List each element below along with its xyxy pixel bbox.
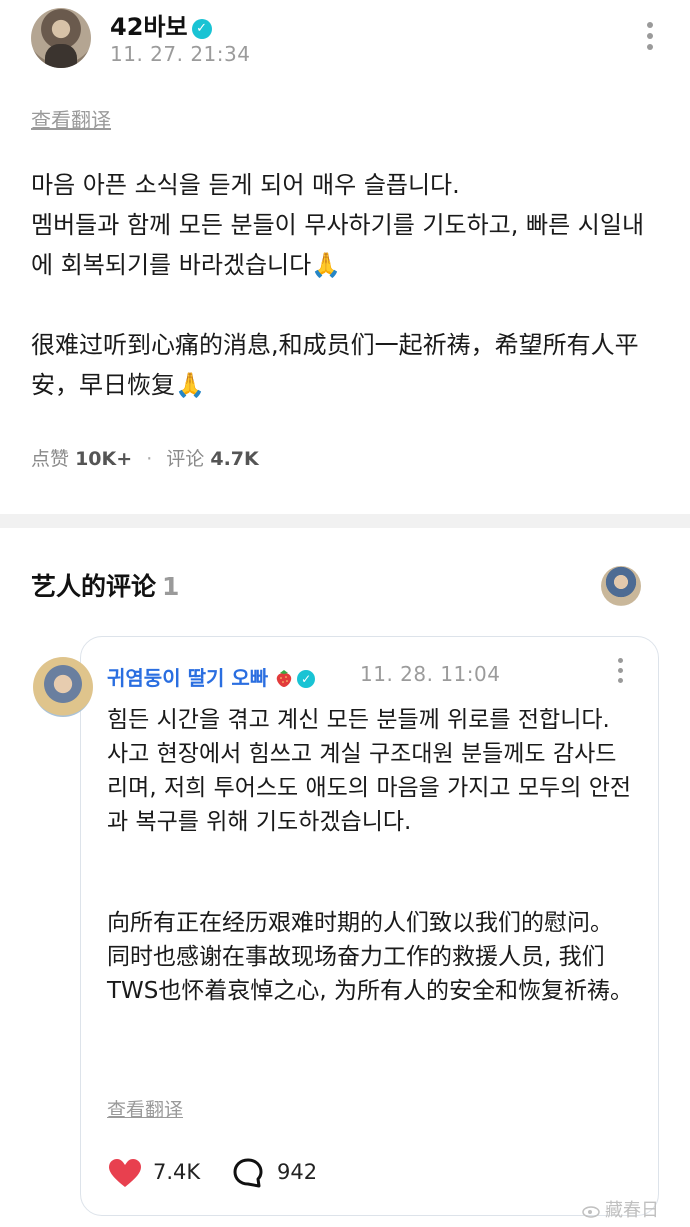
artist-comments-title: 艺人的评论: [31, 572, 157, 601]
verified-badge-icon: ✓: [297, 670, 316, 688]
author-name[interactable]: 42바보: [110, 13, 188, 41]
comments-count[interactable]: 4.7K: [210, 448, 258, 470]
comment-reply-count: 942: [277, 1160, 318, 1184]
comment-timestamp: 11. 28. 11:04: [360, 662, 501, 686]
author-avatar[interactable]: [31, 8, 91, 68]
reply-bubble-icon[interactable]: [232, 1157, 264, 1189]
post-body-chinese: 很难过听到心痛的消息,和成员们一起祈祷，希望所有人平安，早日恢复🙏: [31, 331, 639, 399]
heart-icon[interactable]: [107, 1157, 143, 1189]
comment-translate-link[interactable]: 查看翻译: [107, 1095, 183, 1122]
verified-badge-icon: ✓: [191, 19, 212, 39]
artist-avatar-small[interactable]: [601, 566, 641, 606]
section-divider: [0, 514, 690, 528]
more-options-icon[interactable]: [640, 22, 660, 56]
comment-body-chinese: 向所有正在经历艰难时期的人们致以我们的慰问。 同时也感谢在事故现场奋力工作的救援…: [107, 910, 634, 1004]
commenter-name-row[interactable]: 귀염둥이 딸기 오빠 ✓: [107, 662, 316, 691]
watermark: 藏春日: [582, 1196, 659, 1222]
post-stats: 点赞 10K+ · 评论 4.7K: [31, 444, 259, 471]
watermark-text: 藏春日: [605, 1200, 659, 1221]
translate-link[interactable]: 查看翻译: [31, 104, 111, 133]
post-body-korean: 마음 아픈 소식을 듣게 되어 매우 슬픕니다. 멤버들과 함께 모든 분들이 …: [31, 171, 645, 279]
likes-label: 点赞: [31, 448, 70, 470]
comment-body-korean: 힘든 시간을 겪고 계신 모든 분들께 위로를 전합니다. 사고 현장에서 힘쓰…: [107, 707, 632, 835]
strawberry-icon: [276, 670, 292, 687]
post-timestamp: 11. 27. 21:34: [110, 42, 251, 66]
artist-comments-heading: 艺人的评论 1: [31, 567, 179, 603]
weibo-logo-icon: [582, 1206, 600, 1218]
comments-label[interactable]: 评论: [166, 448, 204, 470]
author-name-row[interactable]: 42바보 ✓: [110, 7, 212, 42]
comment-like-count: 7.4K: [153, 1160, 201, 1184]
likes-count: 10K+: [75, 448, 133, 470]
comment-more-options-icon[interactable]: [612, 658, 628, 688]
separator-dot: ·: [146, 448, 153, 470]
commenter-name[interactable]: 귀염둥이 딸기 오빠: [107, 666, 268, 690]
post-header: 42바보 ✓ 11. 27. 21:34: [0, 0, 690, 80]
artist-comments-count: 1: [162, 572, 180, 601]
commenter-avatar[interactable]: [33, 657, 93, 717]
